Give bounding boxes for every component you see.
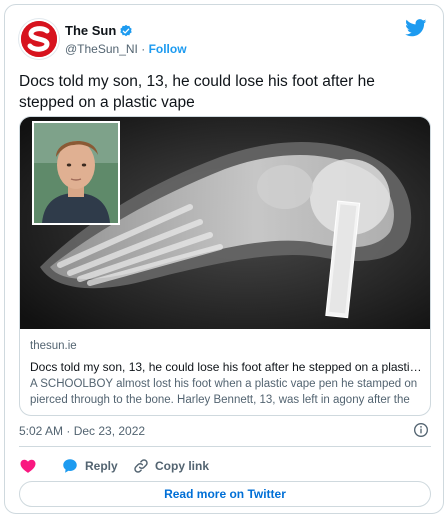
avatar[interactable] [19, 19, 59, 59]
tweet-embed-card: The Sun @TheSun_NI · Follow Docs told my… [4, 4, 444, 514]
copy-link-button[interactable]: Copy link [133, 458, 209, 474]
account-name[interactable]: The Sun [65, 23, 116, 38]
follow-button[interactable]: Follow [149, 42, 187, 56]
link-domain: thesun.ie [30, 340, 77, 352]
separator: · [137, 42, 149, 56]
like-button[interactable] [19, 457, 61, 475]
tweet-text: Docs told my son, 13, he could lose his … [19, 73, 375, 111]
reply-bubble-icon [63, 459, 77, 473]
link-icon [134, 459, 148, 473]
verified-badge-icon [120, 24, 132, 36]
reply-button[interactable]: Reply [61, 457, 133, 475]
account-name-row[interactable]: The Sun [65, 23, 133, 38]
link-title[interactable]: Docs told my son, 13, he could lose his … [30, 359, 422, 375]
copy-link-label: Copy link [155, 459, 210, 473]
handle-line: @TheSun_NI · Follow [65, 42, 187, 56]
link-description: A SCHOOLBOY almost lost his foot when a … [30, 378, 418, 406]
heart-icon [20, 459, 36, 473]
account-handle[interactable]: @TheSun_NI [65, 42, 138, 56]
read-more-button[interactable]: Read more on Twitter [19, 481, 431, 507]
divider [19, 446, 431, 447]
action-bar: Reply Copy link [19, 457, 209, 475]
info-icon[interactable] [413, 422, 429, 438]
xray-image [20, 117, 430, 329]
sun-logo-icon [21, 21, 57, 57]
tweet-timestamp[interactable]: 5:02 AM · Dec 23, 2022 [19, 424, 145, 438]
link-meta: thesun.ie Docs told my son, 13, he could… [20, 329, 430, 408]
twitter-bird-icon[interactable] [405, 19, 427, 37]
link-preview-card[interactable]: thesun.ie Docs told my son, 13, he could… [19, 116, 431, 416]
reply-label: Reply [85, 459, 118, 473]
boy-photo-inset [32, 121, 120, 225]
